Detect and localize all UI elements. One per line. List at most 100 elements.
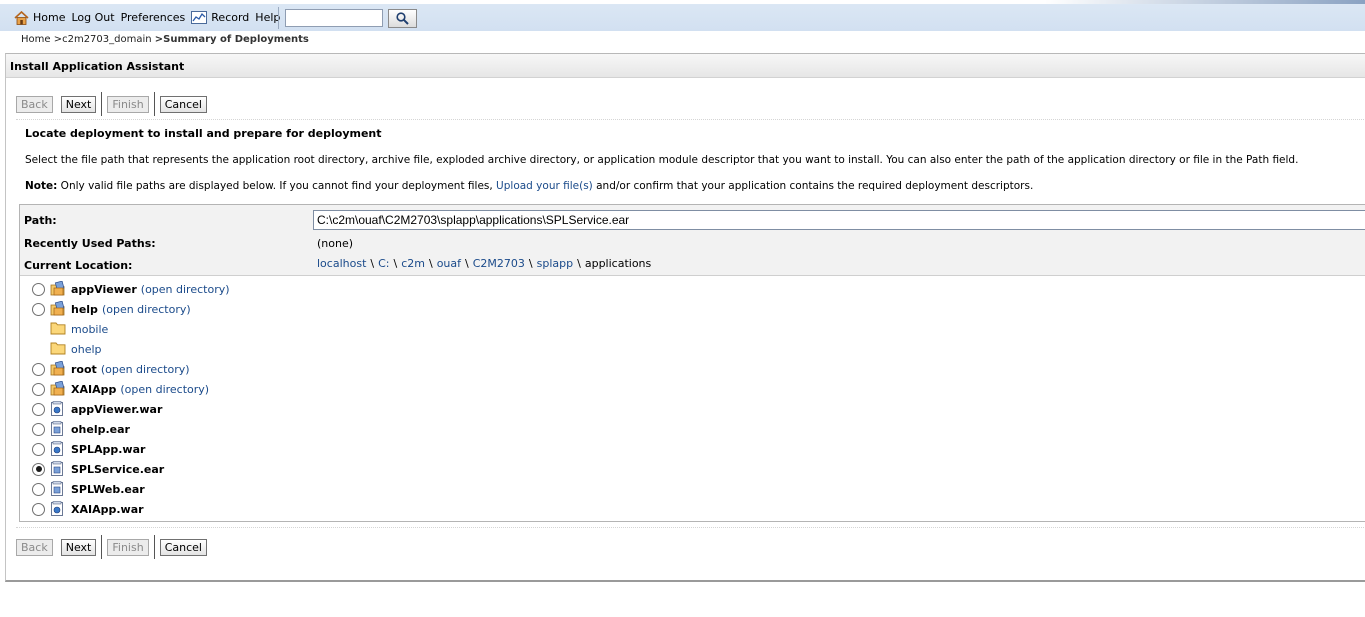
file-name: appViewer xyxy=(71,282,137,296)
location-crumb-c2m[interactable]: c2m xyxy=(401,257,425,270)
note-label: Note: xyxy=(25,180,58,192)
file-name: XAIApp.war xyxy=(71,502,144,516)
current-location-label: Current Location: xyxy=(24,259,133,272)
location-crumb-drive[interactable]: C: xyxy=(378,257,389,270)
file-row: appViewer.war xyxy=(32,399,162,419)
back-button[interactable]: Back xyxy=(16,95,53,113)
location-separator: \ xyxy=(577,257,581,270)
next-button[interactable]: Next xyxy=(60,538,97,556)
file-name[interactable]: mobile xyxy=(71,323,108,336)
button-separator xyxy=(153,535,155,559)
nav-home[interactable]: Home xyxy=(14,10,66,25)
breadcrumb-current: >Summary of Deployments xyxy=(154,34,309,45)
application-folder-icon xyxy=(50,361,66,377)
section-description: Select the file path that represents the… xyxy=(25,154,1299,166)
file-name[interactable]: ohelp xyxy=(71,343,102,356)
section-title: Locate deployment to install and prepare… xyxy=(25,127,382,140)
nav-help-label: Help xyxy=(255,11,281,24)
file-row: ohelp xyxy=(32,339,102,359)
nav-separator xyxy=(278,7,279,29)
open-directory-link[interactable]: (open directory) xyxy=(102,303,191,316)
button-separator xyxy=(101,92,103,116)
finish-button[interactable]: Finish xyxy=(107,538,149,556)
file-radio[interactable] xyxy=(32,502,45,516)
file-row: XAIApp (open directory) xyxy=(32,379,209,399)
nav-logout[interactable]: Log Out xyxy=(71,11,114,24)
button-bar-top: Back Next Finish Cancel xyxy=(16,92,215,116)
web-archive-icon xyxy=(50,441,66,457)
application-folder-icon xyxy=(50,281,66,297)
file-row: ohelp.ear xyxy=(32,419,130,439)
file-row: SPLApp.war xyxy=(32,439,145,459)
file-name: ohelp.ear xyxy=(71,422,130,436)
location-crumb-c2m2703[interactable]: C2M2703 xyxy=(473,257,525,270)
enterprise-archive-icon xyxy=(50,481,66,497)
folder-icon xyxy=(50,321,66,337)
search-button[interactable] xyxy=(388,9,417,28)
web-archive-icon xyxy=(50,401,66,417)
file-radio[interactable] xyxy=(32,422,45,436)
breadcrumb-home[interactable]: Home xyxy=(21,34,51,45)
file-radio[interactable] xyxy=(32,302,45,316)
path-info: Path: Recently Used Paths: (none) Curren… xyxy=(20,205,1365,276)
file-row: SPLService.ear xyxy=(32,459,164,479)
file-radio[interactable] xyxy=(32,482,45,496)
upload-files-link[interactable]: Upload your file(s) xyxy=(496,180,593,192)
open-directory-link[interactable]: (open directory) xyxy=(141,283,230,296)
location-current: applications xyxy=(584,257,652,270)
global-nav: Home Log Out Preferences Record Help xyxy=(14,4,286,31)
path-label: Path: xyxy=(24,214,57,227)
nav-help[interactable]: Help xyxy=(255,11,280,24)
recent-paths-value: (none) xyxy=(317,237,354,250)
nav-home-label: Home xyxy=(33,11,66,24)
file-name: SPLApp.war xyxy=(71,442,146,456)
location-crumb-localhost[interactable]: localhost xyxy=(317,257,366,270)
path-input[interactable] xyxy=(313,210,1365,230)
file-radio[interactable] xyxy=(32,382,45,396)
file-name: SPLWeb.ear xyxy=(71,482,145,496)
divider xyxy=(16,527,1365,528)
global-header: Home Log Out Preferences Record Help xyxy=(0,0,1365,31)
cancel-button[interactable]: Cancel xyxy=(159,95,207,113)
note-text: Note: Only valid file paths are displaye… xyxy=(25,180,1033,192)
next-button[interactable]: Next xyxy=(60,95,97,113)
nav-preferences[interactable]: Preferences xyxy=(121,11,186,24)
open-directory-link[interactable]: (open directory) xyxy=(120,383,209,396)
file-name: appViewer.war xyxy=(71,402,163,416)
home-icon xyxy=(14,10,29,25)
note-after: and/or confirm that your application con… xyxy=(592,180,1034,192)
nav-record[interactable]: Record xyxy=(191,11,249,24)
location-crumb-ouaf[interactable]: ouaf xyxy=(437,257,461,270)
location-separator: \ xyxy=(528,257,533,270)
file-radio[interactable] xyxy=(32,442,45,456)
file-row: SPLWeb.ear xyxy=(32,479,145,499)
open-directory-link[interactable]: (open directory) xyxy=(101,363,190,376)
file-row: help (open directory) xyxy=(32,299,191,319)
nav-preferences-label: Preferences xyxy=(120,11,186,24)
breadcrumb-domain[interactable]: >c2m2703_domain xyxy=(54,34,152,45)
search-input[interactable] xyxy=(285,9,383,27)
current-location: localhost \ C: \ c2m \ ouaf \ C2M2703 \ splapp \ app… xyxy=(317,257,651,270)
file-name: XAIApp xyxy=(71,382,117,396)
enterprise-archive-icon xyxy=(50,461,66,477)
recent-paths-label: Recently Used Paths: xyxy=(24,237,156,250)
record-icon xyxy=(191,11,208,24)
location-separator: \ xyxy=(465,257,469,270)
file-row: mobile xyxy=(32,319,108,339)
file-radio[interactable] xyxy=(32,402,45,416)
location-separator: \ xyxy=(393,257,398,270)
application-folder-icon xyxy=(50,381,66,397)
file-radio[interactable] xyxy=(32,282,45,296)
file-name: help xyxy=(71,302,98,316)
back-button[interactable]: Back xyxy=(16,538,53,556)
nav-logout-label: Log Out xyxy=(71,11,115,24)
cancel-button[interactable]: Cancel xyxy=(159,538,207,556)
location-crumb-splapp[interactable]: splapp xyxy=(537,257,573,270)
file-radio[interactable] xyxy=(32,362,45,376)
web-archive-icon xyxy=(50,501,66,517)
finish-button[interactable]: Finish xyxy=(107,95,149,113)
file-radio[interactable] xyxy=(32,462,45,476)
file-row: root (open directory) xyxy=(32,359,190,379)
button-separator xyxy=(101,535,103,559)
folder-icon xyxy=(50,341,66,357)
